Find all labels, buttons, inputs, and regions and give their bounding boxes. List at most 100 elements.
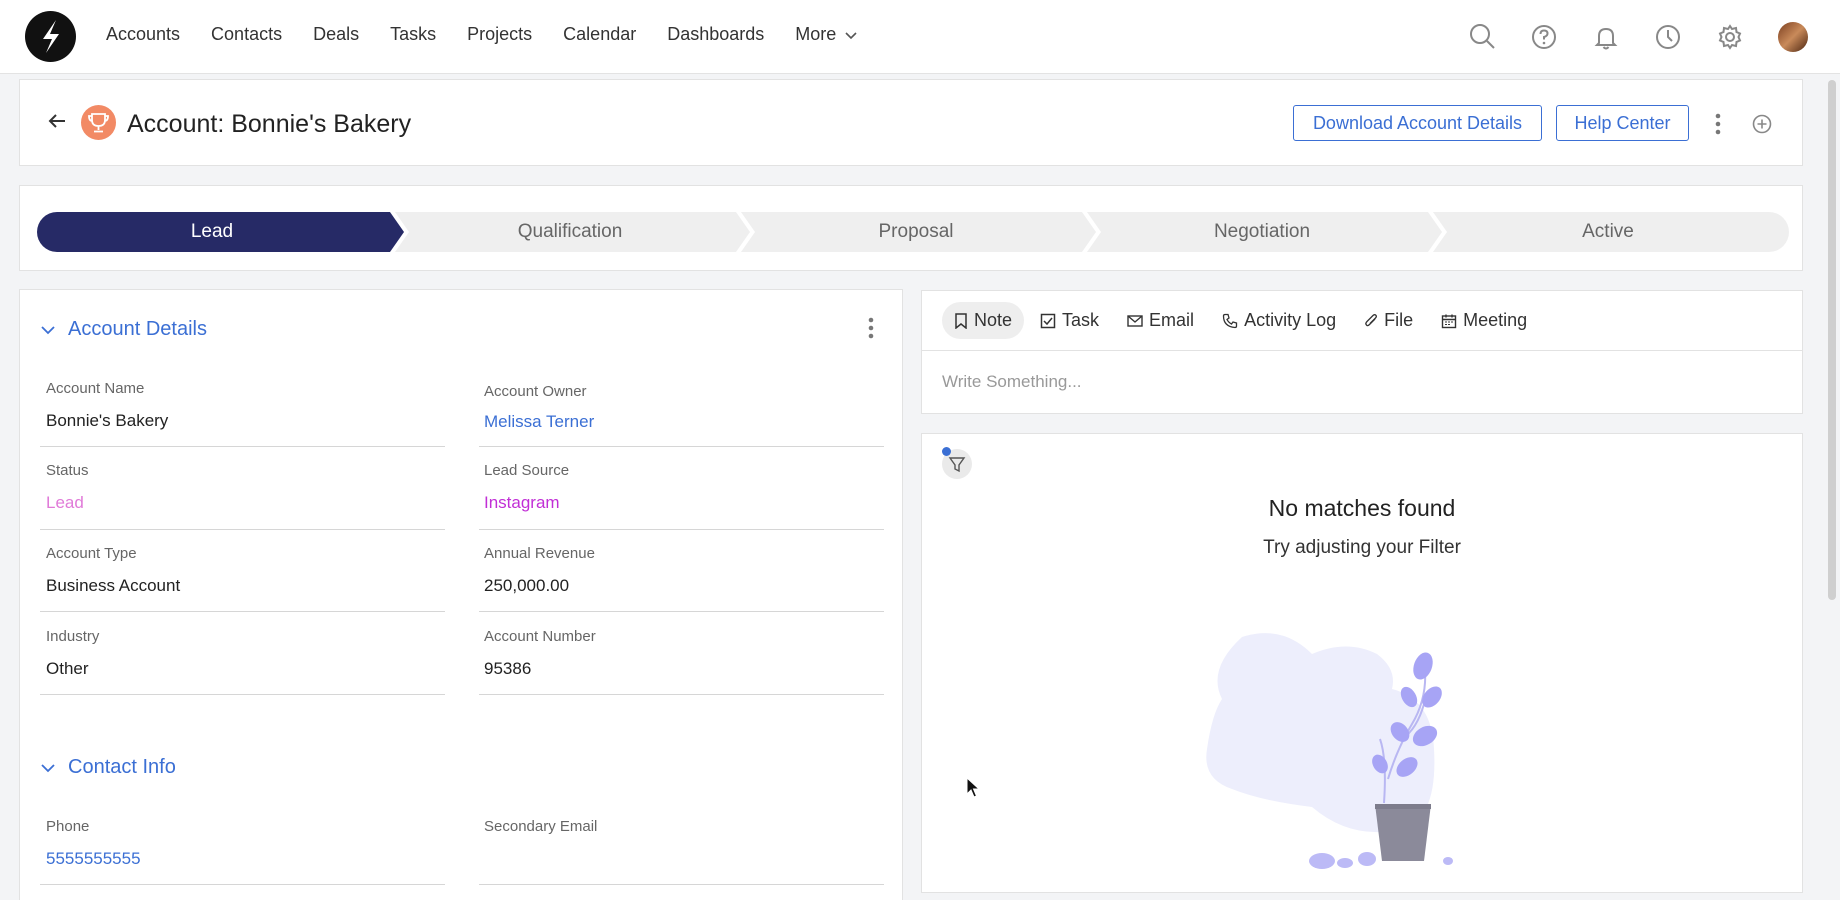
industry-label: Industry [46, 628, 100, 645]
composer-input[interactable]: Write Something... [942, 372, 1082, 392]
phone-label: Phone [46, 818, 90, 835]
chevron-down-icon [41, 763, 55, 772]
status-value[interactable]: Lead [46, 493, 84, 513]
tab-meeting[interactable]: Meeting [1429, 302, 1539, 339]
lead-source-value[interactable]: Instagram [484, 493, 560, 513]
stage-proposal[interactable]: Proposal [741, 212, 1091, 252]
activity-composer: Note Task Email Activity Log File Meetin… [921, 290, 1803, 414]
tab-file-label: File [1384, 310, 1414, 330]
tab-task-label: Task [1062, 310, 1100, 330]
tab-meeting-label: Meeting [1463, 310, 1528, 330]
help-center-button[interactable]: Help Center [1556, 105, 1689, 141]
composer-tabs: Note Task Email Activity Log File Meetin… [942, 302, 1543, 339]
paperclip-icon [1365, 313, 1378, 326]
phone-link[interactable]: 5555555555 [46, 849, 141, 869]
tab-email[interactable]: Email [1115, 302, 1206, 339]
filter-active-dot [942, 447, 951, 456]
tab-task[interactable]: Task [1028, 302, 1111, 339]
checkbox-icon [1040, 313, 1056, 328]
divider [40, 694, 445, 695]
account-details-header[interactable]: Account Details [40, 318, 207, 341]
mouse-cursor-icon [966, 777, 980, 798]
account-number-label: Account Number [484, 628, 596, 645]
user-avatar[interactable] [1778, 22, 1808, 52]
annual-revenue-label: Annual Revenue [484, 545, 595, 562]
divider [922, 350, 1802, 351]
empty-state-title: No matches found [1268, 495, 1456, 521]
stage-lead[interactable]: Lead [37, 212, 387, 252]
help-icon[interactable] [1529, 22, 1559, 52]
trophy-icon [81, 105, 116, 140]
tab-note[interactable]: Note [942, 302, 1025, 339]
activity-feed: No matches found Try adjusting your Filt… [921, 433, 1803, 893]
divider [479, 529, 884, 530]
account-name-label: Account Name [46, 380, 145, 397]
download-account-details-button[interactable]: Download Account Details [1293, 105, 1542, 141]
empty-state-subtitle: Try adjusting your Filter [1263, 537, 1461, 558]
secondary-email-label: Secondary Email [484, 818, 598, 835]
nav-more-menu[interactable]: More [795, 24, 858, 45]
account-owner-label: Account Owner [484, 383, 587, 400]
add-circle-icon[interactable] [1751, 113, 1773, 135]
calendar-icon [1441, 314, 1457, 328]
app-logo[interactable] [25, 11, 76, 62]
contact-info-title: Contact Info [68, 756, 176, 778]
chevron-down-icon [41, 325, 55, 334]
account-details-title: Account Details [68, 318, 207, 340]
mail-icon [1127, 314, 1143, 327]
clock-icon[interactable] [1653, 22, 1683, 52]
chevron-down-icon [845, 31, 857, 39]
divider [40, 529, 445, 530]
stage-qualification[interactable]: Qualification [395, 212, 745, 252]
account-header: Account: Bonnie's Bakery Download Accoun… [19, 79, 1803, 166]
search-icon[interactable] [1467, 21, 1497, 51]
tab-email-label: Email [1149, 310, 1195, 330]
divider [479, 884, 884, 885]
nav-item-projects[interactable]: Projects [467, 24, 532, 45]
account-type-value[interactable]: Business Account [46, 576, 180, 596]
status-label: Status [46, 462, 89, 479]
gear-icon[interactable] [1715, 22, 1745, 52]
main-nav: Accounts Contacts Deals Tasks Projects C… [106, 24, 889, 45]
contact-info-header[interactable]: Contact Info [40, 756, 176, 779]
nav-more-label: More [795, 24, 837, 44]
bell-icon[interactable] [1591, 22, 1621, 52]
tab-activity-log-label: Activity Log [1244, 310, 1337, 330]
page-scrollbar[interactable] [1828, 80, 1836, 600]
divider [479, 446, 884, 447]
annual-revenue-value[interactable]: 250,000.00 [484, 576, 569, 596]
account-type-label: Account Type [46, 545, 137, 562]
tab-activity-log[interactable]: Activity Log [1210, 302, 1348, 339]
filter-button[interactable] [942, 447, 972, 479]
pipeline-card: Lead Qualification Proposal Negotiation … [19, 185, 1803, 271]
more-vertical-icon[interactable] [866, 316, 876, 340]
phone-icon [1222, 313, 1238, 328]
back-arrow-icon[interactable] [45, 109, 69, 133]
nav-item-contacts[interactable]: Contacts [211, 24, 282, 45]
nav-item-dashboards[interactable]: Dashboards [667, 24, 764, 45]
plant-illustration [1206, 633, 1453, 869]
lead-source-label: Lead Source [484, 462, 570, 479]
divider [479, 611, 884, 612]
account-owner-link[interactable]: Melissa Terner [484, 412, 594, 432]
nav-item-deals[interactable]: Deals [313, 24, 359, 45]
more-vertical-icon[interactable] [1713, 112, 1723, 136]
page-title: Account: Bonnie's Bakery [127, 110, 412, 138]
divider [40, 611, 445, 612]
tab-file[interactable]: File [1352, 302, 1425, 339]
bookmark-icon [955, 312, 967, 329]
account-details-panel: Account Details Account Name Bonnie's Ba… [19, 289, 903, 900]
account-number-value[interactable]: 95386 [484, 659, 531, 679]
nav-item-calendar[interactable]: Calendar [563, 24, 636, 45]
industry-value[interactable]: Other [46, 659, 89, 679]
divider [40, 446, 445, 447]
divider [40, 884, 445, 885]
stage-negotiation[interactable]: Negotiation [1087, 212, 1437, 252]
account-name-value[interactable]: Bonnie's Bakery [46, 411, 168, 431]
stage-active[interactable]: Active [1433, 212, 1783, 252]
nav-item-accounts[interactable]: Accounts [106, 24, 180, 45]
divider [479, 694, 884, 695]
tab-note-label: Note [974, 310, 1013, 330]
top-navbar: Accounts Contacts Deals Tasks Projects C… [0, 0, 1840, 74]
nav-item-tasks[interactable]: Tasks [390, 24, 436, 45]
